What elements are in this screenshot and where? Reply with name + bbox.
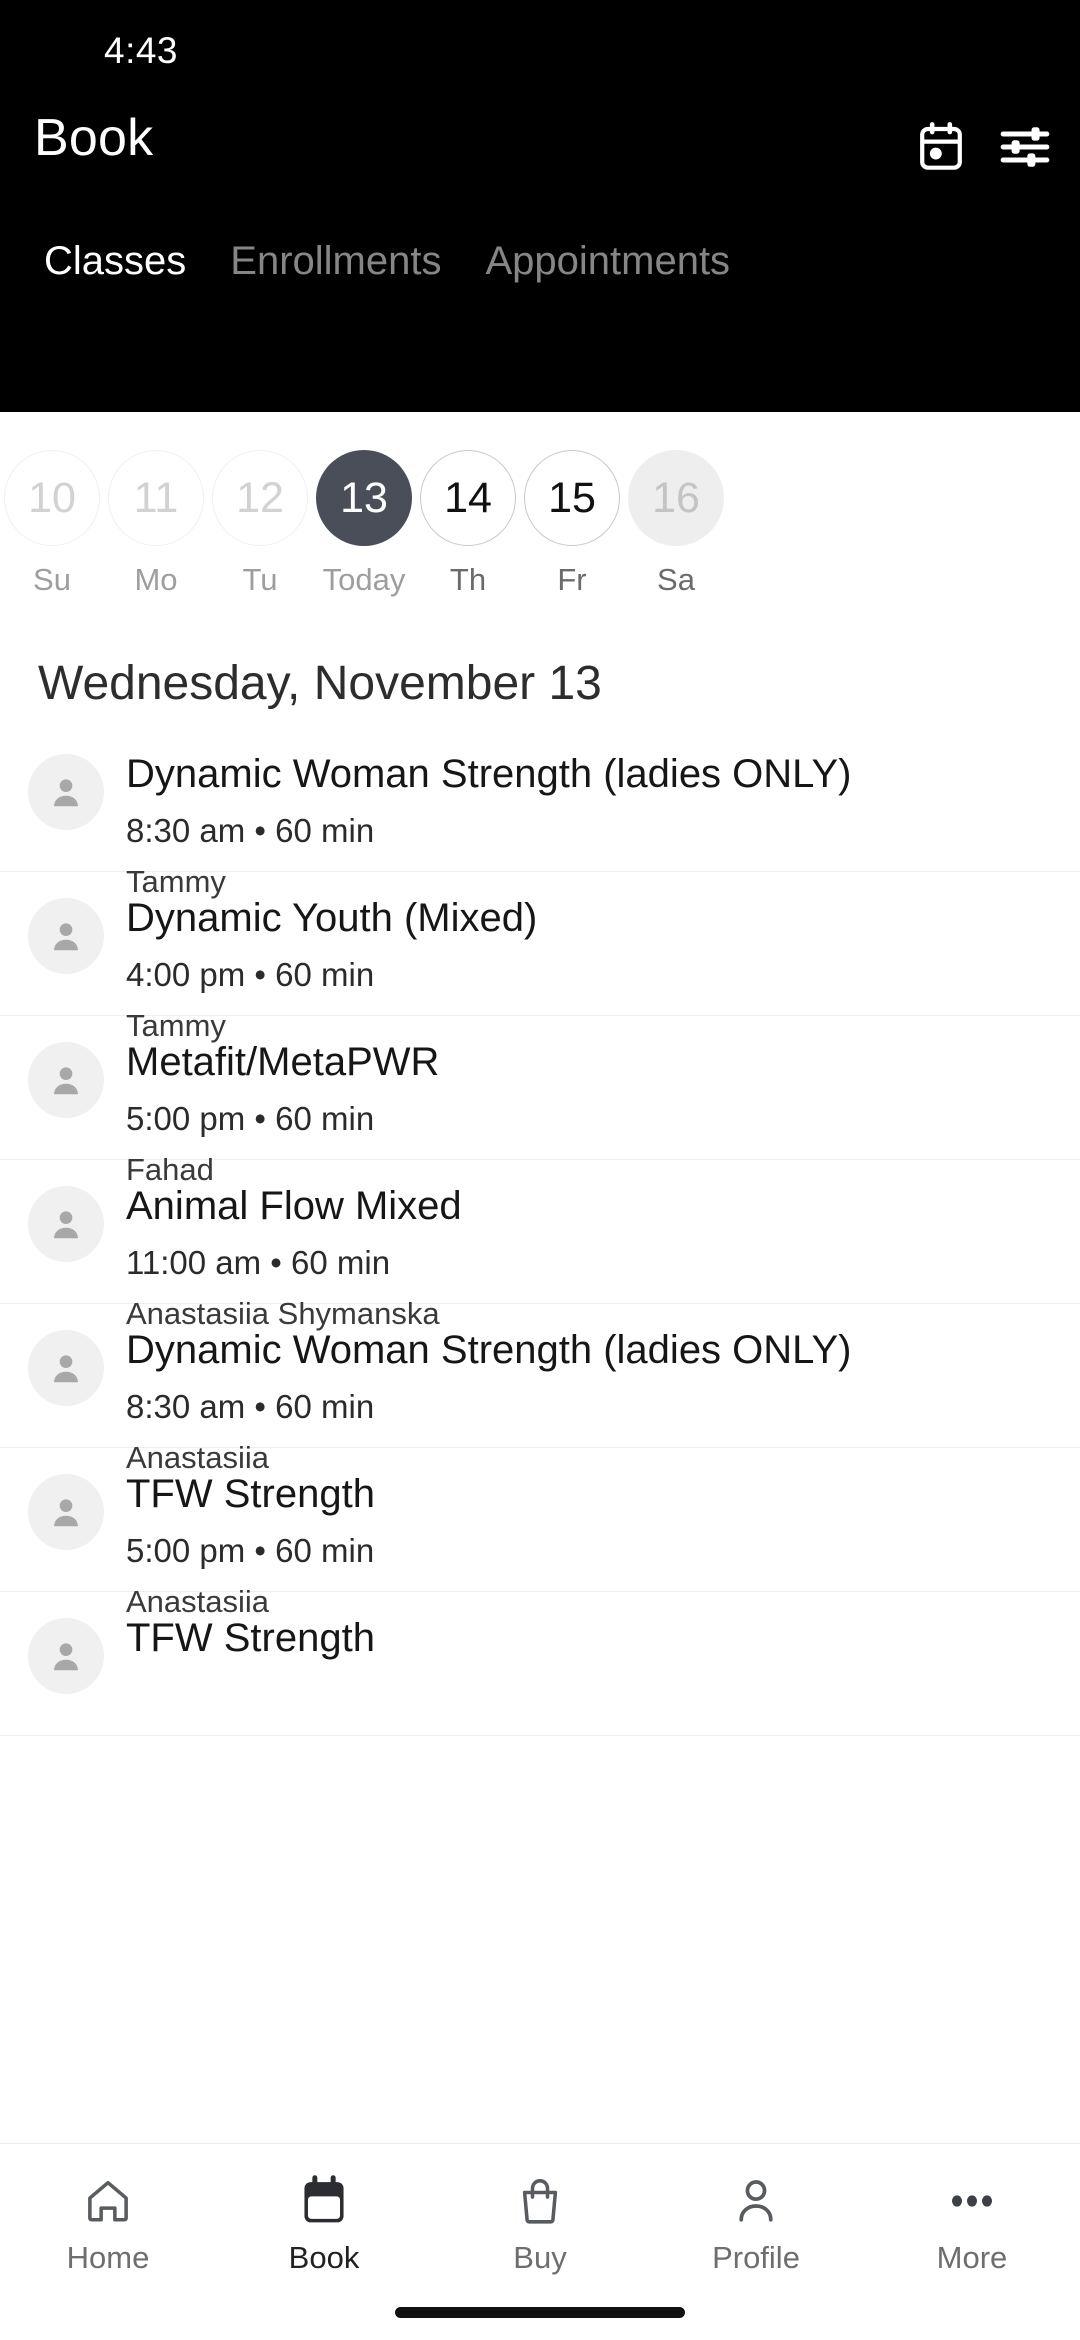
tab-classes[interactable]: Classes xyxy=(22,239,208,284)
avatar xyxy=(28,1618,104,1694)
date-weekday-label: Mo xyxy=(134,562,178,597)
class-title: Animal Flow Mixed xyxy=(126,1184,462,1228)
class-title: Metafit/MetaPWR xyxy=(126,1040,440,1084)
selected-date-heading: Wednesday, November 13 xyxy=(38,657,602,710)
app-bar-actions xyxy=(918,122,1050,172)
nav-item-more[interactable]: More xyxy=(864,2172,1080,2276)
date-strip[interactable]: 10 Su 11 Mo 12 Tu 13 Today 14 Th 15 Fr 1… xyxy=(0,412,1080,652)
class-list-item[interactable]: Dynamic Youth (Mixed) 4:00 pm • 60 min T… xyxy=(0,872,1080,1043)
date-weekday-label: Fr xyxy=(557,562,587,597)
class-title: TFW Strength xyxy=(126,1472,375,1516)
nav-item-buy[interactable]: Buy xyxy=(432,2172,648,2276)
status-bar: 4:43 xyxy=(0,0,1080,96)
class-title: Dynamic Youth (Mixed) xyxy=(126,896,538,940)
date-cell-10[interactable]: 10 Su xyxy=(0,450,104,598)
date-cell-13-today[interactable]: 13 Today xyxy=(312,450,416,598)
class-list-item[interactable]: Dynamic Woman Strength (ladies ONLY) 8:3… xyxy=(0,728,1080,899)
class-time-duration: 8:30 am • 60 min xyxy=(126,1388,375,1425)
avatar xyxy=(28,1042,104,1118)
date-number: 10 xyxy=(4,450,100,546)
class-list-item[interactable]: Metafit/MetaPWR 5:00 pm • 60 min Fahad xyxy=(0,1016,1080,1187)
date-number: 11 xyxy=(108,450,204,546)
date-cell-16[interactable]: 16 Sa xyxy=(624,450,728,598)
shopping-bag-icon xyxy=(515,2172,565,2230)
date-number: 16 xyxy=(628,450,724,546)
class-time-duration: 8:30 am • 60 min xyxy=(126,812,375,849)
class-title: Dynamic Woman Strength (ladies ONLY) xyxy=(126,1328,852,1372)
class-list-item[interactable]: TFW Strength 5:00 pm • 60 min Anastasiia xyxy=(0,1448,1080,1619)
date-number-selected: 13 xyxy=(316,450,412,546)
calendar-icon xyxy=(299,2172,349,2230)
class-list-item[interactable]: Dynamic Woman Strength (ladies ONLY) 8:3… xyxy=(0,1304,1080,1475)
ellipsis-icon xyxy=(947,2172,997,2230)
date-cell-11[interactable]: 11 Mo xyxy=(104,450,208,598)
class-list-item[interactable]: Animal Flow Mixed 11:00 am • 60 min Anas… xyxy=(0,1160,1080,1331)
avatar xyxy=(28,754,104,830)
page-title: Book xyxy=(34,109,154,167)
calendar-icon[interactable] xyxy=(918,122,964,172)
date-weekday-label: Su xyxy=(33,562,71,597)
class-list-item-partial[interactable]: TFW Strength xyxy=(0,1592,1080,1736)
avatar xyxy=(28,898,104,974)
person-icon xyxy=(731,2172,781,2230)
avatar xyxy=(28,1186,104,1262)
avatar xyxy=(28,1474,104,1550)
nav-item-home[interactable]: Home xyxy=(0,2172,216,2276)
nav-item-book[interactable]: Book xyxy=(216,2172,432,2276)
avatar xyxy=(28,1330,104,1406)
date-number: 15 xyxy=(524,450,620,546)
date-weekday-label: Tu xyxy=(242,562,278,597)
date-weekday-label: Sa xyxy=(657,562,695,597)
class-title: Dynamic Woman Strength (ladies ONLY) xyxy=(126,752,852,796)
class-time-duration: 5:00 pm • 60 min xyxy=(126,1100,375,1137)
date-weekday-label: Th xyxy=(449,562,487,597)
nav-label-profile: Profile xyxy=(712,2240,800,2275)
date-cell-15[interactable]: 15 Fr xyxy=(520,450,624,598)
class-time-duration: 11:00 am • 60 min xyxy=(126,1244,391,1281)
nav-item-profile[interactable]: Profile xyxy=(648,2172,864,2276)
app-bar: Book xyxy=(0,96,1080,206)
date-cell-12[interactable]: 12 Tu xyxy=(208,450,312,598)
date-today-label: Today xyxy=(322,562,406,597)
tab-enrollments[interactable]: Enrollments xyxy=(208,239,463,284)
date-number: 14 xyxy=(420,450,516,546)
class-title: TFW Strength xyxy=(126,1616,375,1660)
date-number: 12 xyxy=(212,450,308,546)
app-header: 4:43 Book Classes Enrollments Appointmen… xyxy=(0,0,1080,412)
home-indicator xyxy=(395,2307,685,2318)
class-time-duration: 5:00 pm • 60 min xyxy=(126,1532,375,1569)
tab-strip: Classes Enrollments Appointments xyxy=(0,206,1080,316)
class-list[interactable]: Dynamic Woman Strength (ladies ONLY) 8:3… xyxy=(0,728,1080,2143)
nav-label-buy: Buy xyxy=(513,2240,567,2275)
date-cell-14[interactable]: 14 Th xyxy=(416,450,520,598)
nav-label-home: Home xyxy=(66,2240,150,2275)
bottom-navigation: Home Book Buy Profile More xyxy=(0,2143,1080,2340)
nav-label-book: Book xyxy=(288,2240,360,2275)
class-time-duration: 4:00 pm • 60 min xyxy=(126,956,375,993)
status-bar-clock: 4:43 xyxy=(104,30,179,71)
filter-icon[interactable] xyxy=(1000,124,1050,170)
home-icon xyxy=(83,2172,133,2230)
nav-label-more: More xyxy=(936,2240,1008,2275)
tab-appointments[interactable]: Appointments xyxy=(463,239,752,284)
